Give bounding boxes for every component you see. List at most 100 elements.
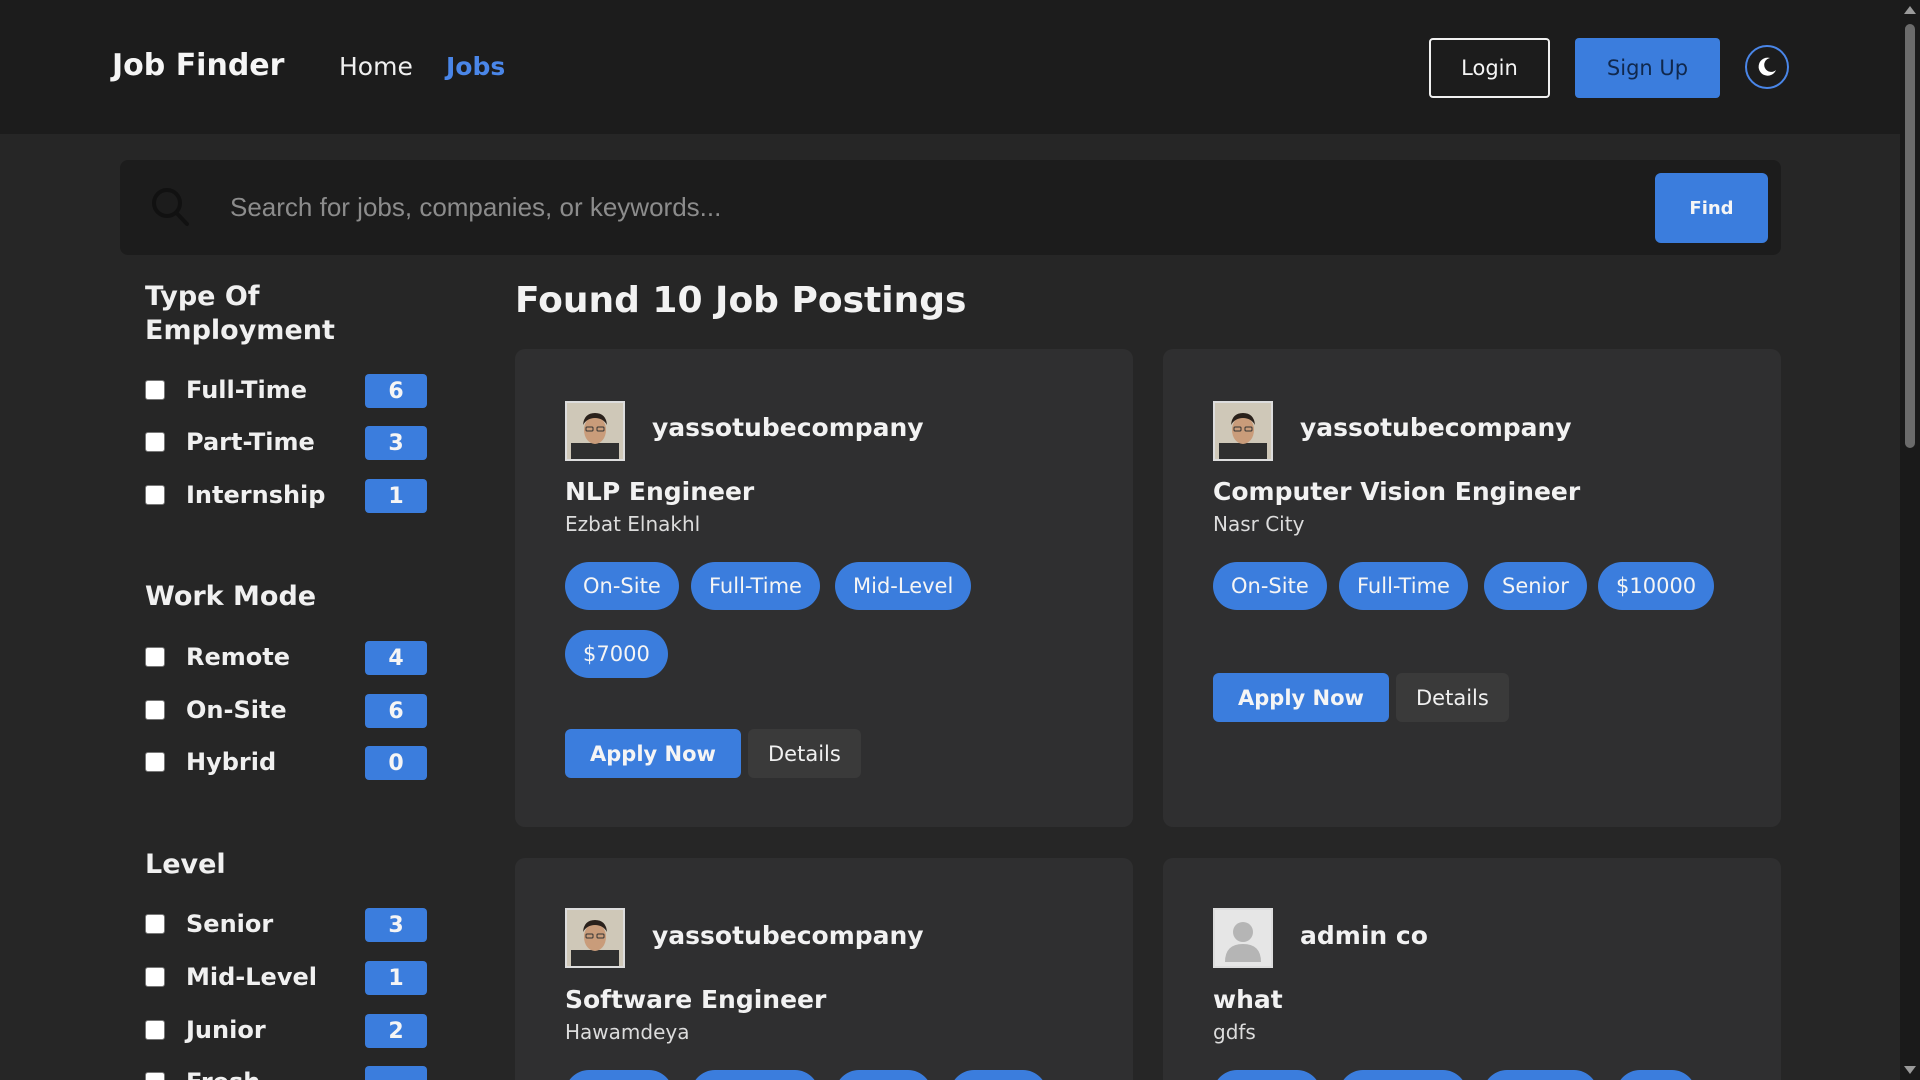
job-card: admin co what gdfs: [1163, 858, 1781, 1080]
filter-option-senior[interactable]: Senior 3: [145, 908, 427, 946]
checkbox[interactable]: [145, 647, 165, 667]
job-location: Ezbat Elnakhl: [565, 512, 701, 536]
filter-option-part-time[interactable]: Part-Time 3: [145, 426, 427, 464]
count-badge: [365, 1066, 427, 1080]
job-location: Hawamdeya: [565, 1020, 690, 1044]
search-bar: Find: [120, 160, 1781, 255]
tag-work-mode: On-Site: [1213, 562, 1327, 610]
job-location: Nasr City: [1213, 512, 1305, 536]
page-scrollbar[interactable]: [1900, 0, 1920, 1080]
filter-label: Full-Time: [186, 376, 308, 404]
job-title[interactable]: Computer Vision Engineer: [1213, 477, 1580, 506]
tag: [1483, 1070, 1598, 1080]
checkbox[interactable]: [145, 700, 165, 720]
count-badge: 3: [365, 426, 427, 460]
scroll-down-arrow-icon[interactable]: [1904, 1066, 1916, 1074]
company-photo-icon: [567, 910, 623, 966]
count-badge: 6: [365, 694, 427, 728]
scroll-up-arrow-icon[interactable]: [1904, 6, 1916, 14]
filter-label: Internship: [186, 481, 326, 509]
filter-option-full-time[interactable]: Full-Time 6: [145, 374, 427, 412]
filter-title-employment: Type Of Employment: [145, 281, 335, 346]
count-badge: 2: [365, 1014, 427, 1048]
default-avatar-icon: [1215, 910, 1271, 966]
company-photo-icon: [1215, 403, 1271, 459]
tag: [835, 1070, 932, 1080]
job-title[interactable]: Software Engineer: [565, 985, 826, 1014]
details-button[interactable]: Details: [1396, 673, 1509, 722]
checkbox[interactable]: [145, 485, 165, 505]
filter-title-level: Level: [145, 849, 226, 880]
filter-label: Senior: [186, 910, 274, 938]
checkbox[interactable]: [145, 380, 165, 400]
nav-link-home[interactable]: Home: [339, 52, 413, 81]
checkbox[interactable]: [145, 914, 165, 934]
filter-title-work-mode: Work Mode: [145, 581, 317, 612]
search-input[interactable]: [230, 180, 1650, 235]
job-card: yassotubecompany Computer Vision Enginee…: [1163, 349, 1781, 827]
results-heading: Found 10 Job Postings: [515, 280, 967, 321]
company-logo[interactable]: [565, 908, 625, 968]
tag: [565, 1070, 673, 1080]
filter-option-remote[interactable]: Remote 4: [145, 641, 427, 679]
filter-label: Junior: [186, 1016, 266, 1044]
company-logo[interactable]: [1213, 401, 1273, 461]
filter-option-mid-level[interactable]: Mid-Level 1: [145, 961, 427, 999]
checkbox[interactable]: [145, 1020, 165, 1040]
filter-label: On-Site: [186, 696, 287, 724]
tag-salary: $7000: [565, 630, 668, 678]
company-name[interactable]: yassotubecompany: [652, 413, 924, 442]
job-title[interactable]: what: [1213, 985, 1283, 1014]
moon-icon: [1758, 57, 1776, 76]
tag-work-mode: On-Site: [565, 562, 679, 610]
filter-label: Mid-Level: [186, 963, 317, 991]
checkbox[interactable]: [145, 752, 165, 772]
job-card: yassotubecompany Software Engineer Hawam…: [515, 858, 1133, 1080]
count-badge: 3: [365, 908, 427, 942]
tag-level: Mid-Level: [835, 562, 972, 610]
tag-level: Senior: [1484, 562, 1587, 610]
tag-employment-type: Full-Time: [691, 562, 820, 610]
navbar: Job Finder Home Jobs Login Sign Up: [0, 0, 1900, 134]
count-badge: 0: [365, 746, 427, 780]
tag-salary: $10000: [1598, 562, 1715, 610]
company-name[interactable]: admin co: [1300, 921, 1428, 950]
login-button[interactable]: Login: [1429, 38, 1550, 98]
signup-button[interactable]: Sign Up: [1575, 38, 1720, 98]
filter-label: Remote: [186, 643, 291, 671]
count-badge: 6: [365, 374, 427, 408]
find-button[interactable]: Find: [1655, 173, 1768, 243]
filter-option-on-site[interactable]: On-Site 6: [145, 694, 427, 732]
count-badge: 1: [365, 961, 427, 995]
tag: [1616, 1070, 1696, 1080]
filter-label: Hybrid: [186, 748, 277, 776]
filter-option-fresh[interactable]: Fresh: [145, 1066, 427, 1080]
brand-logo[interactable]: Job Finder: [112, 48, 284, 83]
filter-label: Fresh: [186, 1068, 260, 1080]
checkbox[interactable]: [145, 967, 165, 987]
job-card: yassotubecompany NLP Engineer Ezbat Elna…: [515, 349, 1133, 827]
search-icon: [152, 188, 189, 226]
details-button[interactable]: Details: [748, 729, 861, 778]
filter-option-hybrid[interactable]: Hybrid 0: [145, 746, 427, 784]
company-logo[interactable]: [565, 401, 625, 461]
filter-label: Part-Time: [186, 428, 315, 456]
checkbox[interactable]: [145, 432, 165, 452]
company-name[interactable]: yassotubecompany: [652, 921, 924, 950]
apply-now-button[interactable]: Apply Now: [565, 729, 741, 778]
nav-link-jobs[interactable]: Jobs: [446, 52, 505, 81]
job-title[interactable]: NLP Engineer: [565, 477, 754, 506]
tag: [691, 1070, 819, 1080]
theme-toggle-button[interactable]: [1745, 45, 1789, 89]
count-badge: 1: [365, 479, 427, 513]
company-photo-icon: [567, 403, 623, 459]
company-name[interactable]: yassotubecompany: [1300, 413, 1572, 442]
job-location: gdfs: [1213, 1020, 1256, 1044]
company-logo[interactable]: [1213, 908, 1273, 968]
scrollbar-thumb[interactable]: [1905, 24, 1915, 448]
checkbox[interactable]: [145, 1072, 165, 1080]
filter-option-internship[interactable]: Internship 1: [145, 479, 427, 517]
filter-option-junior[interactable]: Junior 2: [145, 1014, 427, 1052]
apply-now-button[interactable]: Apply Now: [1213, 673, 1389, 722]
tag: [950, 1070, 1047, 1080]
